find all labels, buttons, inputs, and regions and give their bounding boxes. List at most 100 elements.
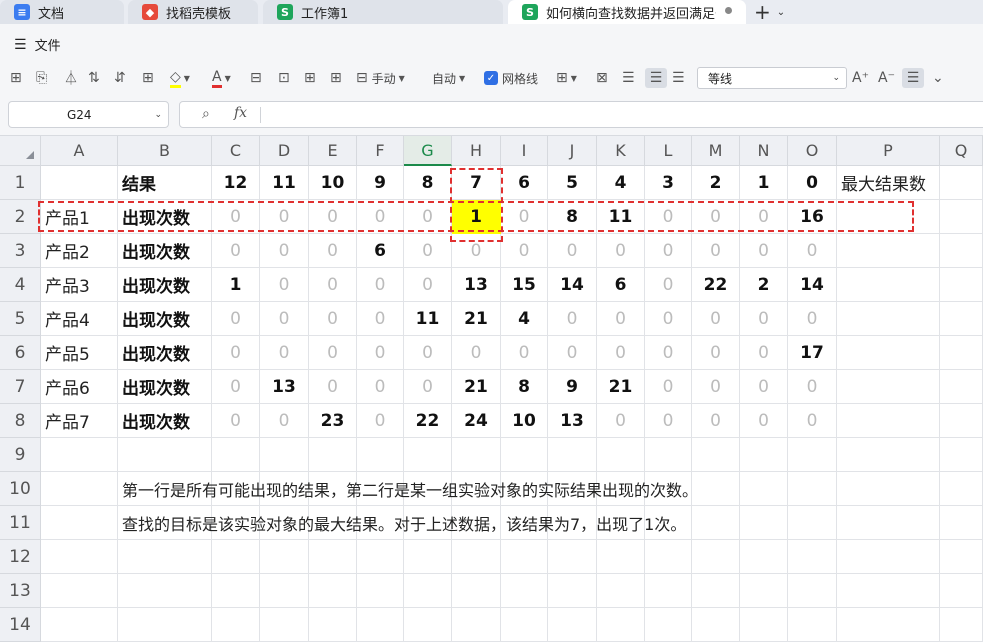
cell[interactable] [837,370,940,404]
cell[interactable] [837,336,940,370]
sort-descending-button[interactable]: ⇵ [114,68,126,88]
wrap-text-button[interactable]: ⊟ [250,68,262,88]
cell[interactable] [940,506,983,540]
occurrence-value-cell[interactable]: 0 [357,302,404,336]
occurrence-value-cell[interactable]: 0 [309,200,357,234]
product-name-cell[interactable]: 产品1 [41,200,118,234]
cell[interactable] [597,438,645,472]
cell[interactable] [740,608,788,642]
occurrence-value-cell[interactable]: 17 [788,336,837,370]
occurrence-value-cell[interactable]: 22 [692,268,740,302]
cell[interactable] [940,472,983,506]
cell[interactable] [597,608,645,642]
column-header-o[interactable]: O [788,136,837,166]
occurrence-value-cell[interactable]: 0 [692,336,740,370]
occurrence-value-cell[interactable]: 2 [740,268,788,302]
occurrence-value-cell[interactable]: 0 [597,234,645,268]
occurrence-value-cell[interactable]: 0 [404,200,452,234]
cell[interactable] [404,608,452,642]
align-right-button[interactable]: ☰ [672,68,685,88]
occurrence-value-cell[interactable]: 0 [645,370,692,404]
occurrence-value-cell[interactable]: 0 [357,268,404,302]
occurrence-value-cell[interactable]: 0 [260,336,309,370]
cell[interactable] [118,574,212,608]
row-header-12[interactable]: 12 [0,540,41,574]
occurrence-value-cell[interactable]: 0 [548,234,597,268]
cell[interactable] [212,608,260,642]
merge-button[interactable]: ⊡ [278,68,290,88]
result-value-cell[interactable]: 6 [501,166,548,200]
cell[interactable] [837,540,940,574]
cell[interactable] [940,540,983,574]
result-value-cell[interactable]: 12 [212,166,260,200]
font-name-select[interactable]: 等线 ⌄ [697,67,847,89]
occurrence-value-cell[interactable]: 0 [309,268,357,302]
column-header-q[interactable]: Q [940,136,983,166]
gridlines-toggle[interactable]: ✓ 网格线 [484,68,538,88]
row-header-10[interactable]: 10 [0,472,41,506]
more-button[interactable]: ⌄ [932,68,944,88]
column-header-c[interactable]: C [212,136,260,166]
result-value-cell[interactable]: 5 [548,166,597,200]
occurrence-value-cell[interactable]: 1 [452,200,501,234]
font-color-button[interactable]: A ▼ [212,68,231,88]
result-value-cell[interactable]: 4 [597,166,645,200]
occurrence-value-cell[interactable]: 0 [260,268,309,302]
occurrence-value-cell[interactable]: 14 [548,268,597,302]
cell[interactable] [837,268,940,302]
occurrence-value-cell[interactable]: 0 [501,234,548,268]
row-header-3[interactable]: 3 [0,234,41,268]
spreadsheet-grid[interactable]: A B C D E F G H I J K L M N O P Q 1 2 3 4 5 6 7 8 9 10 11 12 13 14 结果 12… [0,136,983,643]
row-header-2[interactable]: 2 [0,200,41,234]
select-all-corner[interactable] [0,136,41,166]
max-result-header-cell[interactable]: 最大结果数 [837,166,940,200]
occurrence-value-cell[interactable]: 0 [404,370,452,404]
insert-column-button[interactable]: ⊞ [330,68,342,88]
occurrence-value-cell[interactable]: 13 [548,404,597,438]
cell[interactable] [940,404,983,438]
cell[interactable] [788,574,837,608]
occurrence-value-cell[interactable]: 0 [260,234,309,268]
cell[interactable] [357,438,404,472]
fx-icon[interactable]: fx [234,105,247,121]
cell[interactable] [940,302,983,336]
cell[interactable] [940,438,983,472]
occurrence-value-cell[interactable]: 15 [501,268,548,302]
cell[interactable] [309,574,357,608]
cell[interactable] [212,438,260,472]
cell[interactable] [740,540,788,574]
occurrence-value-cell[interactable]: 0 [788,404,837,438]
occurrence-value-cell[interactable]: 0 [645,234,692,268]
result-header-cell[interactable]: 结果 [118,166,212,200]
cell[interactable] [940,200,983,234]
cell[interactable] [357,540,404,574]
column-header-g[interactable]: G [404,136,452,166]
occurrence-value-cell[interactable]: 0 [740,336,788,370]
formula-input[interactable]: ⌕ fx [179,101,983,128]
increase-font-button[interactable]: A⁺ [852,68,869,88]
occurrence-value-cell[interactable]: 10 [501,404,548,438]
occurrence-value-cell[interactable]: 0 [501,336,548,370]
occurrence-value-cell[interactable]: 0 [260,404,309,438]
cell[interactable] [452,540,501,574]
occurrence-value-cell[interactable]: 0 [645,404,692,438]
occurrence-value-cell[interactable]: 0 [597,336,645,370]
cell[interactable] [548,540,597,574]
cell[interactable] [940,370,983,404]
row-header-1[interactable]: 1 [0,166,41,200]
column-header-b[interactable]: B [118,136,212,166]
cell[interactable] [788,438,837,472]
occurrence-value-cell[interactable]: 0 [309,302,357,336]
occurrence-value-cell[interactable]: 0 [404,268,452,302]
occurrence-value-cell[interactable]: 0 [548,302,597,336]
column-header-m[interactable]: M [692,136,740,166]
cell[interactable] [501,608,548,642]
column-header-d[interactable]: D [260,136,309,166]
cell[interactable] [309,438,357,472]
sort-ascending-button[interactable]: ⇅ [88,68,100,88]
occurrence-value-cell[interactable]: 8 [501,370,548,404]
occurrence-value-cell[interactable]: 0 [309,234,357,268]
occurrence-value-cell[interactable]: 21 [452,370,501,404]
result-value-cell[interactable]: 10 [309,166,357,200]
insert-row-button[interactable]: ⊞ [304,68,316,88]
